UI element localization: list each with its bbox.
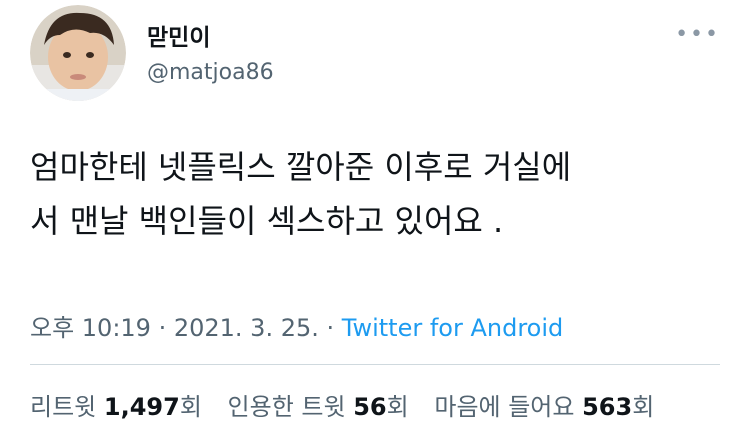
tweet-meta: 오후 10:19 · 2021. 3. 25. · Twitter for An… [30,308,563,343]
retweets-unit: 회 [179,393,202,421]
user-handle[interactable]: @matjoa86 [147,60,274,85]
retweets-stat[interactable]: 리트윗 1,497회 [30,393,202,421]
quotes-label: 인용한 트윗 [227,393,346,421]
tweet-text-line: 엄마한테 넷플릭스 깔아준 이후로 거실에 [30,148,572,186]
likes-label: 마음에 들어요 [434,393,575,421]
display-name[interactable]: 맏민이 [147,18,210,52]
meta-separator: · [318,314,342,342]
likes-unit: 회 [632,393,655,421]
likes-count: 563 [582,393,633,421]
tweet-time[interactable]: 오후 10:19 [30,314,151,342]
tweet-stats: 리트윗 1,497회 인용한 트윗 56회 마음에 들어요 563회 [30,387,654,422]
retweets-count: 1,497 [103,393,180,421]
avatar[interactable] [30,5,126,101]
meta-separator: · [150,314,174,342]
retweets-label: 리트윗 [30,393,97,421]
tweet-source-link[interactable]: Twitter for Android [342,314,563,342]
divider [30,364,720,365]
likes-stat[interactable]: 마음에 들어요 563회 [434,393,654,421]
quotes-stat[interactable]: 인용한 트윗 56회 [228,393,409,421]
tweet-text: 엄마한테 넷플릭스 깔아준 이후로 거실에 서 맨날 백인들이 섹스하고 있어요… [30,140,720,248]
avatar-image [30,5,126,101]
tweet-text-line: 서 맨날 백인들이 섹스하고 있어요 . [30,202,504,240]
tweet-date[interactable]: 2021. 3. 25. [174,314,319,342]
quotes-unit: 회 [386,393,409,421]
more-options-icon[interactable]: ••• [675,22,720,47]
quotes-count: 56 [353,393,387,421]
